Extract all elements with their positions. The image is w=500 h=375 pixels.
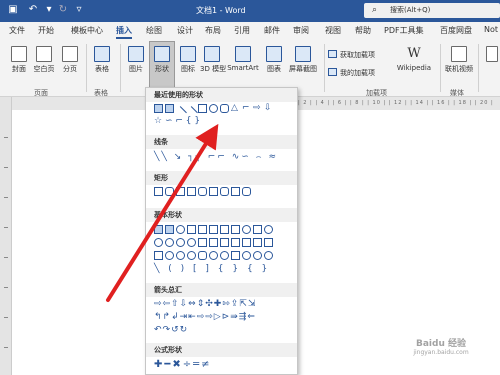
- watermark: Baidu 经验 jingyan.baidu.com: [386, 336, 496, 372]
- watermark-url: jingyan.baidu.com: [413, 349, 469, 356]
- annotation-arrow: [106, 123, 219, 302]
- watermark-brand: Baidu 经验: [415, 339, 466, 349]
- annotation-arrow-line: [106, 123, 219, 302]
